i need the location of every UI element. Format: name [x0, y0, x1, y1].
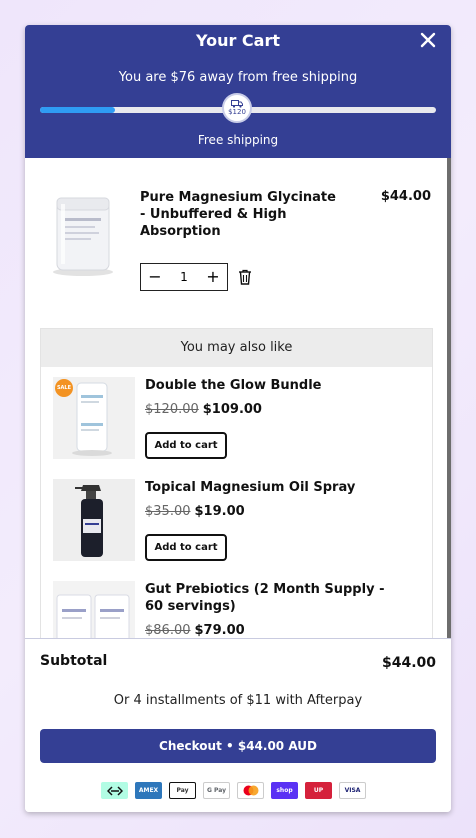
payment-methods: AMEX Pay G Pay shop UP VISA [101, 782, 366, 800]
trash-icon[interactable] [238, 269, 252, 285]
recommendation-title[interactable]: Topical Magnesium Oil Spray [145, 479, 405, 496]
shop-pay-icon: shop [271, 782, 298, 799]
recommendation-title[interactable]: Double the Glow Bundle [145, 377, 405, 394]
product-image-oil-spray[interactable] [53, 479, 135, 561]
truck-icon [231, 100, 243, 108]
free-shipping-label: Free shipping [197, 133, 279, 147]
recommendations-heading: You may also like [41, 329, 432, 367]
mastercard-icon [237, 782, 264, 799]
cart-items-area[interactable]: Pure Magnesium Glycinate - Unbuffered & … [25, 158, 451, 638]
old-price: $35.00 [145, 504, 191, 519]
old-price: $120.00 [145, 402, 199, 417]
recommendation-prices: $86.00 $79.00 [145, 623, 245, 638]
visa-icon: VISA [339, 782, 366, 799]
recommendation-prices: $35.00 $19.00 [145, 504, 245, 519]
afterpay-message: Or 4 installments of $11 with Afterpay [113, 693, 363, 708]
unionpay-icon: UP [305, 782, 332, 799]
cart-drawer: Your Cart You are $76 away from free shi… [25, 25, 451, 812]
apple-pay-icon: Pay [169, 782, 196, 799]
recommendations-panel: You may also like SALE Double the Glow B… [40, 328, 433, 638]
cart-item-title[interactable]: Pure Magnesium Glycinate - Unbuffered & … [140, 189, 340, 240]
free-shipping-message: You are $76 away from free shipping [118, 70, 358, 85]
product-image-glow-bundle[interactable]: SALE [53, 377, 135, 459]
google-pay-icon: G Pay [203, 782, 230, 799]
add-to-cart-button[interactable]: Add to cart [145, 432, 227, 459]
quantity-value[interactable]: 1 [169, 270, 199, 284]
shipping-progress-fill [40, 107, 116, 113]
minus-icon[interactable]: − [141, 264, 169, 290]
cart-header: Your Cart You are $76 away from free shi… [25, 25, 451, 158]
sale-price: $109.00 [202, 402, 262, 417]
amex-icon: AMEX [135, 782, 162, 799]
product-image-gut-prebiotics[interactable] [53, 581, 135, 638]
threshold-value: $120 [228, 108, 246, 116]
cart-footer: Subtotal $44.00 Or 4 installments of $11… [25, 638, 451, 812]
afterpay-icon [101, 782, 128, 799]
cart-title: Your Cart [195, 31, 281, 50]
plus-icon[interactable]: + [199, 264, 227, 290]
sale-price: $19.00 [194, 504, 245, 519]
sale-badge: SALE [55, 379, 73, 397]
subtotal-label: Subtotal [40, 653, 108, 669]
recommendation-title[interactable]: Gut Prebiotics (2 Month Supply - 60 serv… [145, 581, 405, 615]
scrollbar[interactable] [447, 158, 451, 638]
close-icon[interactable] [417, 29, 439, 51]
old-price: $86.00 [145, 623, 191, 638]
checkout-button[interactable]: Checkout • $44.00 AUD [40, 729, 436, 763]
cart-item-price: $44.00 [380, 189, 431, 204]
sale-price: $79.00 [194, 623, 245, 638]
subtotal-value: $44.00 [381, 655, 436, 671]
shipping-threshold-badge: $120 [222, 93, 252, 123]
recommendation-prices: $120.00 $109.00 [145, 402, 262, 417]
add-to-cart-button[interactable]: Add to cart [145, 534, 227, 561]
quantity-stepper: − 1 + [140, 263, 228, 291]
product-image-magnesium[interactable] [45, 188, 121, 278]
